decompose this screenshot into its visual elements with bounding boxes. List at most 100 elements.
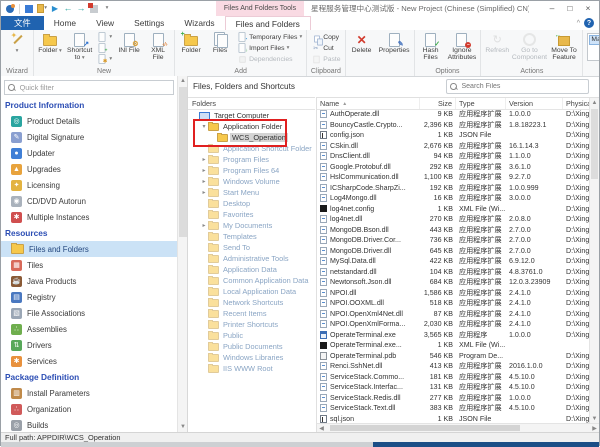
collapse-ribbon-icon[interactable]: ^	[577, 20, 580, 27]
sidebar-scroll-thumb[interactable]	[179, 87, 187, 237]
maximize-button[interactable]: □	[561, 1, 579, 15]
file-row[interactable]: log4net.dll270 KB应用程序扩展2.0.8.0D:\XingcOp…	[317, 214, 590, 225]
tree-item-iis-www-root[interactable]: IIS WWW Root	[188, 363, 315, 374]
ribbon-button-new-file[interactable]: ▾	[95, 32, 114, 42]
file-row[interactable]: OperateTerminal.exe...1 KBXML File (Wi..…	[317, 340, 590, 351]
tree-item-recent-items[interactable]: Recent Items	[188, 308, 315, 319]
chevron-right-icon[interactable]: ▸	[200, 167, 208, 174]
file-row[interactable]: OperateTerminal.pdb546 KBProgram De...D:…	[317, 351, 590, 362]
column-header-version[interactable]: Version	[506, 98, 563, 109]
tree-item-start-menu[interactable]: ▸Start Menu	[188, 187, 315, 198]
ribbon-button-new-special[interactable]: ✱▾	[95, 54, 114, 64]
ribbon-button-shortcut-to[interactable]: ↗Shortcut to ▾	[65, 31, 94, 63]
sidebar-item-drivers[interactable]: ⇅Drivers	[1, 337, 177, 353]
file-row[interactable]: ServiceStack.Redis.dll277 KB应用程序扩展1.0.0.…	[317, 393, 590, 404]
file-row[interactable]: MongoDB.Driver.dll645 KB应用程序扩展2.7.0.0D:\…	[317, 246, 590, 257]
quick-filter-box[interactable]	[4, 80, 174, 95]
tab-wizards[interactable]: Wizards	[174, 16, 224, 30]
tree-item-target-computer[interactable]: Target Computer	[188, 110, 315, 121]
save-icon[interactable]	[24, 4, 34, 14]
ribbon-button-temporary-files[interactable]: ◔Temporary Files▾	[235, 32, 304, 42]
file-row[interactable]: MySql.Data.dll422 KB应用程序扩展6.9.12.0D:\Xin…	[317, 256, 590, 267]
tree-item-templates[interactable]: Templates	[188, 231, 315, 242]
ribbon-button-ini-file[interactable]: ⚙INI File	[115, 31, 143, 55]
sidebar-item-files-and-folders[interactable]: Files and Folders	[1, 241, 177, 257]
tab-files-and-folders[interactable]: Files and Folders	[225, 16, 311, 30]
chevron-right-icon[interactable]: ▸	[200, 156, 208, 163]
qat-customize-icon[interactable]: ▾	[102, 4, 112, 14]
back-icon[interactable]: ←	[63, 4, 73, 14]
forward-icon[interactable]: →	[76, 4, 86, 14]
feature-list[interactable]: MainFeature	[587, 33, 599, 61]
sidebar-item-install-parameters[interactable]: ▥Install Parameters	[1, 385, 177, 401]
sidebar-item-multiple-instances[interactable]: ✱Multiple Instances	[1, 209, 177, 225]
feature-box[interactable]: MainFeature▴▾≡	[585, 31, 599, 67]
file-row[interactable]: MongoDB.Driver.Cor...736 KB应用程序扩展2.7.0.0…	[317, 235, 590, 246]
tree-item-network-shortcuts[interactable]: Network Shortcuts	[188, 297, 315, 308]
file-row[interactable]: NPOI.OOXML.dll518 KB应用程序扩展2.4.1.0D:\Xing…	[317, 298, 590, 309]
tree-item-windows-volume[interactable]: ▸Windows Volume	[188, 176, 315, 187]
sidebar-item-tiles[interactable]: ▦Tiles	[1, 257, 177, 273]
tree-item-desktop[interactable]: Desktop	[188, 198, 315, 209]
file-row[interactable]: HslCommunication.dll1,100 KB应用程序扩展9.2.7.…	[317, 172, 590, 183]
tree-item-local-application-data[interactable]: Local Application Data	[188, 286, 315, 297]
file-list-horizontal-scrollbar[interactable]: ◀ ▶	[317, 423, 599, 432]
column-header-name[interactable]: Name▲	[317, 98, 420, 109]
ribbon-button-folder[interactable]: +Folder	[177, 31, 205, 55]
file-row[interactable]: DnsClient.dll94 KB应用程序扩展1.1.0.0D:\XingcO…	[317, 151, 590, 162]
tree-item-wcs-operation[interactable]: WCS_Operation	[188, 132, 315, 143]
ribbon-button-copy[interactable]: Copy	[309, 32, 342, 42]
ribbon-button-new-doc[interactable]: +	[95, 43, 114, 53]
feature-selected-item[interactable]: MainFeature	[589, 35, 599, 45]
tab-view[interactable]: View	[86, 16, 124, 30]
ribbon-button-delete[interactable]: ✕Delete	[348, 31, 376, 55]
file-row[interactable]: NPOI.dll1,586 KB应用程序扩展2.4.1.0D:\XingcOpe	[317, 288, 590, 299]
file-row[interactable]: CSkin.dll2,676 KB应用程序扩展16.1.14.3D:\Xingc…	[317, 141, 590, 152]
file-row[interactable]: Renci.SshNet.dll413 KB应用程序扩展2016.1.0.0D:…	[317, 361, 590, 372]
chevron-right-icon[interactable]: ▸	[200, 178, 208, 185]
quick-filter-input[interactable]	[18, 82, 170, 93]
tab-settings[interactable]: Settings	[124, 16, 174, 30]
ribbon-button-cut[interactable]: ✂Cut	[309, 43, 342, 53]
scroll-up-icon[interactable]: ▲	[590, 98, 599, 108]
chevron-right-icon[interactable]: ▸	[200, 222, 208, 229]
file-row[interactable]: OperateTerminal.exe3,565 KB应用程序1.0.0.0D:…	[317, 330, 590, 341]
sidebar-item-registry[interactable]: ▤Registry	[1, 289, 177, 305]
tree-item-application-folder[interactable]: ▾Application Folder	[188, 121, 315, 132]
tree-item-public[interactable]: Public	[188, 330, 315, 341]
tree-item-public-documents[interactable]: Public Documents	[188, 341, 315, 352]
ribbon-button-import-files[interactable]: ↓Import Files▾	[235, 43, 304, 53]
minimize-button[interactable]: –	[543, 1, 561, 15]
tree-item-application-data[interactable]: Application Data	[188, 264, 315, 275]
ribbon-button-properties[interactable]: ✎Properties	[377, 31, 412, 55]
file-row[interactable]: ICSharpCode.SharpZi...192 KB应用程序扩展1.0.0.…	[317, 183, 590, 194]
ribbon-button-files[interactable]: Files	[206, 31, 234, 55]
file-list-vertical-scrollbar[interactable]: ▲ ▼	[589, 98, 599, 424]
file-row[interactable]: Newtonsoft.Json.dll684 KB应用程序扩展12.0.3.23…	[317, 277, 590, 288]
build-icon[interactable]: ▾	[37, 4, 47, 14]
ribbon-button-ignore-attributes[interactable]: −Ignore Attributes	[446, 31, 479, 62]
tree-item-printer-shortcuts[interactable]: Printer Shortcuts	[188, 319, 315, 330]
ribbon-button-wand[interactable]: ✦ ▾	[3, 31, 31, 56]
file-row[interactable]: Log4Mongo.dll16 KB应用程序扩展3.0.0.0D:\XingcO…	[317, 193, 590, 204]
scroll-left-icon[interactable]: ◀	[317, 425, 326, 432]
file-row[interactable]: ServiceStack.Commo...181 KB应用程序扩展4.5.10.…	[317, 372, 590, 383]
sidebar-item-updater[interactable]: ●Updater	[1, 145, 177, 161]
scroll-right-icon[interactable]: ▶	[590, 425, 599, 432]
file-row[interactable]: BouncyCastle.Crypto...2,396 KB应用程序扩展1.8.…	[317, 120, 590, 131]
file-search-input[interactable]	[460, 82, 586, 91]
file-row[interactable]: ServiceStack.Text.dll383 KB应用程序扩展4.5.10.…	[317, 403, 590, 414]
tree-item-favorites[interactable]: Favorites	[188, 209, 315, 220]
close-button[interactable]: ×	[579, 1, 597, 15]
sidebar-item-upgrades[interactable]: ▲Upgrades	[1, 161, 177, 177]
ribbon-button-folder[interactable]: Folder ▾	[36, 31, 64, 56]
help-icon[interactable]: ?	[584, 18, 594, 28]
tree-item-send-to[interactable]: Send To	[188, 242, 315, 253]
app-icon[interactable]	[5, 4, 15, 14]
tree-item-application-shortcut-folder[interactable]: Application Shortcut Folder	[188, 143, 315, 154]
tree-item-program-files[interactable]: ▸Program Files	[188, 154, 315, 165]
sidebar-item-organization[interactable]: ∴Organization	[1, 401, 177, 417]
sidebar-item-cd-dvd-autorun[interactable]: ◉CD/DVD Autorun	[1, 193, 177, 209]
run-icon[interactable]: ▶	[50, 4, 60, 14]
file-row[interactable]: NPOI.OpenXmlForma...2,030 KB应用程序扩展2.4.1.…	[317, 319, 590, 330]
